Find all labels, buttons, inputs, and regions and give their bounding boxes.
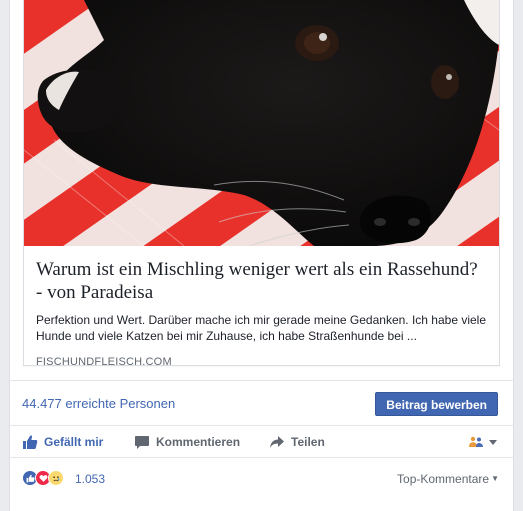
post-card: Warum ist ein Mischling weniger wert als… — [9, 0, 514, 511]
like-label: Gefällt mir — [44, 435, 104, 449]
reaction-count[interactable]: 1.053 — [75, 472, 105, 486]
reach-count-link[interactable]: 44.477 erreichte Personen — [22, 396, 175, 411]
link-headline[interactable]: Warum ist ein Mischling weniger wert als… — [36, 258, 487, 304]
friends-icon — [469, 436, 483, 447]
comment-button[interactable]: Kommentieren — [134, 434, 240, 450]
speech-bubble-icon — [135, 436, 149, 449]
black-puppy-photo — [24, 0, 499, 246]
link-preview-text: Warum ist ein Mischling weniger wert als… — [24, 246, 499, 369]
share-arrow-icon — [270, 436, 284, 448]
link-preview-image[interactable] — [24, 0, 499, 246]
caret-down-icon: ▼ — [491, 474, 499, 483]
post-actions: Gefällt mir Kommentieren Teilen — [10, 426, 513, 458]
link-description: Perfektion und Wert. Darüber mache ich m… — [36, 313, 487, 343]
sad-icon — [48, 470, 64, 486]
share-label: Teilen — [291, 435, 325, 449]
reactions-summary: 1.053 Top-Kommentare ▼ — [10, 458, 513, 498]
thumbs-up-icon — [23, 435, 38, 449]
chevron-down-icon — [489, 440, 497, 445]
comment-label: Kommentieren — [156, 435, 241, 449]
sort-label: Top-Kommentare — [397, 472, 490, 486]
comment-sort-dropdown[interactable]: Top-Kommentare ▼ — [397, 472, 499, 486]
share-button[interactable]: Teilen — [269, 434, 325, 450]
like-button[interactable]: Gefällt mir — [22, 434, 103, 450]
link-domain: FISCHUNDFLEISCH.COM — [36, 356, 172, 368]
link-preview[interactable]: Warum ist ein Mischling weniger wert als… — [23, 0, 500, 369]
reach-row: 44.477 erreichte Personen Beitrag bewerb… — [10, 380, 513, 426]
boost-post-button[interactable]: Beitrag bewerben — [375, 392, 498, 416]
reaction-icons[interactable] — [22, 470, 64, 486]
audience-selector[interactable] — [468, 436, 499, 448]
